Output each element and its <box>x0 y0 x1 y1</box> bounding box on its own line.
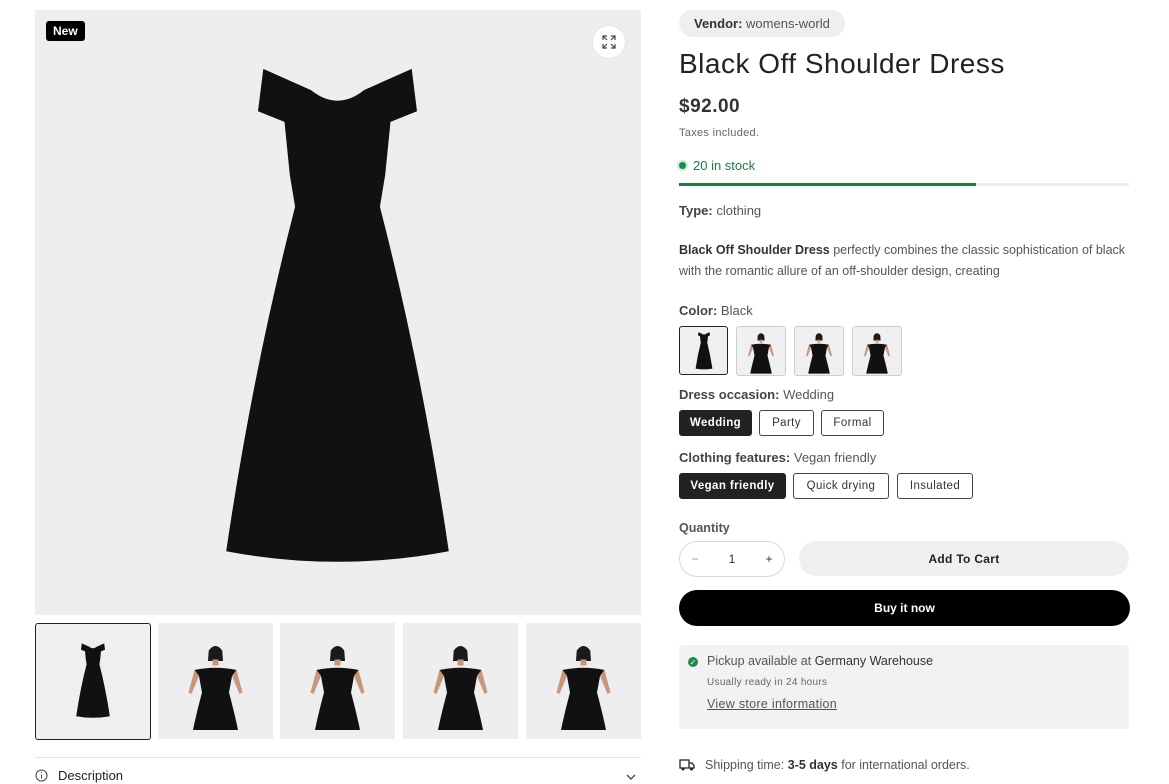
product-blurb: Black Off Shoulder Dress perfectly combi… <box>679 240 1134 282</box>
buy-now-button[interactable]: Buy it now <box>679 590 1130 626</box>
stock-bar-fill <box>679 183 976 186</box>
color-label: Color: <box>679 303 718 318</box>
product-title: Black Off Shoulder Dress <box>679 48 1005 79</box>
quantity-stepper[interactable]: − 1 + <box>679 541 785 577</box>
feature-quick-drying-button[interactable]: Quick drying <box>793 473 889 499</box>
description-accordion[interactable]: Description <box>35 768 123 783</box>
new-badge: New <box>46 21 85 41</box>
occasion-label: Dress occasion: <box>679 387 780 402</box>
occasion-formal-button[interactable]: Formal <box>821 410 884 436</box>
dress-image <box>205 48 470 588</box>
type-value: clothing <box>716 203 762 218</box>
color-value: Black <box>720 303 753 318</box>
pickup-availability: Pickup available at Germany Warehouse <box>707 654 933 668</box>
thumbnail-model-side[interactable] <box>526 623 641 739</box>
check-icon: ✓ <box>688 657 698 667</box>
quantity-label: Quantity <box>679 521 730 535</box>
type-label: Type: <box>679 203 713 218</box>
features-label: Clothing features: <box>679 450 791 465</box>
pickup-prefix: Pickup available at <box>707 654 812 668</box>
occasion-value: Wedding <box>783 387 835 402</box>
color-swatch-dress[interactable] <box>679 326 728 375</box>
description-label: Description <box>58 768 124 783</box>
shipping-suffix: for international orders. <box>841 758 970 772</box>
add-to-cart-button[interactable]: Add To Cart <box>799 541 1129 576</box>
stock-dot-icon <box>679 162 686 169</box>
shipping-info: Shipping time: 3-5 days for internationa… <box>679 758 970 772</box>
chevron-down-icon[interactable] <box>626 770 636 784</box>
features-value: Vegan friendly <box>793 450 877 465</box>
store-information-link[interactable]: View store information <box>707 697 837 711</box>
quantity-minus-button[interactable]: − <box>680 552 710 566</box>
color-swatch-model-2[interactable] <box>794 326 844 376</box>
product-price: $92.00 <box>679 96 741 117</box>
stock-status: 20 in stock <box>679 158 755 173</box>
thumbnail-dress-flat[interactable] <box>35 623 151 740</box>
color-swatch-model-1[interactable] <box>736 326 786 376</box>
stock-bar <box>679 183 1129 186</box>
description-divider <box>35 757 641 758</box>
color-swatch-model-3[interactable] <box>852 326 902 376</box>
feature-insulated-button[interactable]: Insulated <box>897 473 973 499</box>
vendor-label: Vendor: <box>694 16 743 31</box>
features-option-label: Clothing features: Vegan friendly <box>679 450 876 465</box>
info-icon <box>35 769 48 782</box>
vendor-name: womens-world <box>746 16 830 31</box>
vendor-badge[interactable]: Vendor: womens-world <box>679 10 845 37</box>
thumbnail-model-back[interactable] <box>280 623 395 739</box>
thumbnail-model-front[interactable] <box>158 623 273 739</box>
occasion-option-label: Dress occasion: Wedding <box>679 387 834 402</box>
pickup-location: Germany Warehouse <box>814 654 934 668</box>
quantity-plus-button[interactable]: + <box>754 552 784 566</box>
product-type: Type: clothing <box>679 203 761 218</box>
stock-text: 20 in stock <box>693 158 756 173</box>
expand-icon[interactable] <box>593 26 625 58</box>
blurb-bold: Black Off Shoulder Dress <box>679 243 830 257</box>
color-option-label: Color: Black <box>679 303 753 318</box>
shipping-prefix: Shipping time: <box>705 758 785 772</box>
shipping-days: 3-5 days <box>787 758 838 772</box>
quantity-value[interactable]: 1 <box>717 552 747 566</box>
feature-vegan-friendly-button[interactable]: Vegan friendly <box>679 473 786 499</box>
occasion-party-button[interactable]: Party <box>759 410 814 436</box>
occasion-wedding-button[interactable]: Wedding <box>679 410 752 436</box>
truck-icon <box>679 759 695 771</box>
thumbnail-model-front-2[interactable] <box>403 623 518 739</box>
taxes-note: Taxes included. <box>679 127 760 139</box>
pickup-ready-time: Usually ready in 24 hours <box>707 677 828 688</box>
